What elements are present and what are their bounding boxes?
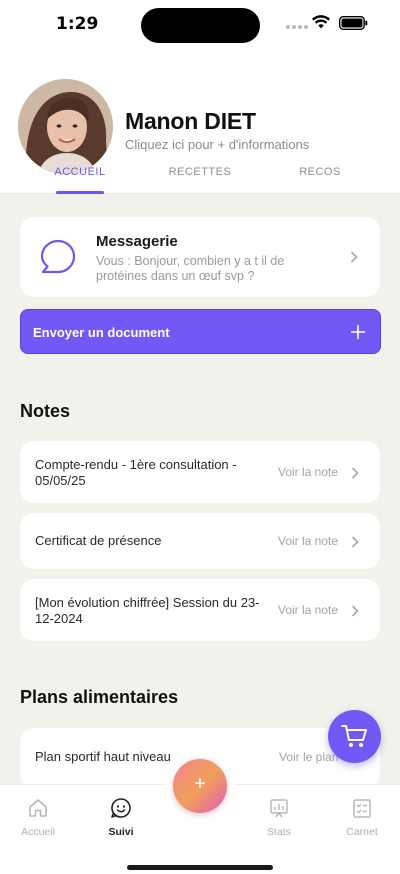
add-entry-button[interactable]: + [173, 759, 227, 813]
view-note-link[interactable]: Voir la note [278, 465, 338, 479]
nav-label: Suivi [108, 826, 134, 838]
notes-section-title: Notes [20, 401, 71, 421]
meal-plan-title: Plan sportif haut niveau [35, 749, 171, 764]
note-title: Compte-rendu - 1ère consultation - 05/05… [35, 457, 237, 488]
home-icon [29, 799, 47, 817]
plus-icon [351, 325, 365, 339]
note-item[interactable]: Certificat de présence Voir la note [20, 513, 380, 569]
tab-recettes[interactable]: RECETTES [155, 166, 245, 178]
view-note-link[interactable]: Voir la note [278, 603, 338, 617]
battery-icon [339, 16, 368, 30]
last-message-preview: Vous : Bonjour, combien y a t il de prot… [96, 254, 285, 283]
screen: 1:29 Manon DIET Cliquez ici pour + d'inf… [0, 0, 400, 874]
nav-label: Accueil [21, 826, 55, 838]
user-name: Manon DIET [125, 108, 256, 134]
note-item[interactable]: Compte-rendu - 1ère consultation - 05/05… [20, 441, 380, 503]
cart-icon [341, 725, 367, 747]
messaging-card[interactable]: Messagerie Vous : Bonjour, combien y a t… [20, 217, 380, 297]
tab-recos[interactable]: RECOS [275, 166, 365, 178]
nav-carnet[interactable]: Carnet [327, 797, 397, 838]
active-tab-indicator [56, 191, 104, 194]
nav-suivi[interactable]: Suivi [86, 797, 156, 838]
nav-stats[interactable]: Stats [244, 797, 314, 838]
profile-info-link[interactable]: Cliquez ici pour + d'informations [125, 137, 309, 152]
nav-label: Stats [267, 826, 291, 838]
note-item[interactable]: [Mon évolution chiffrée] Session du 23-1… [20, 579, 380, 641]
dynamic-island [141, 8, 260, 43]
chevron-right-icon [351, 605, 359, 617]
note-title: [Mon évolution chiffrée] Session du 23-1… [35, 595, 260, 626]
nav-accueil[interactable]: Accueil [3, 797, 73, 838]
messaging-title: Messagerie [96, 233, 178, 250]
tab-bar: ACCUEIL RECETTES RECOS [0, 160, 400, 194]
chevron-right-icon [351, 536, 359, 548]
cart-button[interactable] [328, 710, 381, 763]
add-icon: + [194, 773, 206, 795]
send-document-button[interactable]: Envoyer un document [20, 309, 381, 354]
profile-header[interactable]: Manon DIET Cliquez ici pour + d'informat… [0, 52, 400, 194]
nav-label: Carnet [346, 826, 378, 838]
tab-accueil[interactable]: ACCUEIL [35, 166, 125, 178]
signal-icon [286, 25, 308, 29]
note-title: Certificat de présence [35, 533, 162, 548]
stats-icon [270, 799, 288, 818]
chat-bubble-icon [40, 239, 76, 274]
chevron-right-icon [350, 251, 358, 263]
send-document-label: Envoyer un document [33, 325, 170, 340]
chevron-right-icon [351, 467, 359, 479]
meal-plans-section-title: Plans alimentaires [20, 687, 179, 707]
status-time: 1:29 [56, 14, 99, 34]
home-indicator [127, 865, 273, 870]
status-bar: 1:29 [0, 0, 400, 52]
smiley-icon [111, 798, 131, 818]
carnet-icon [353, 799, 371, 818]
view-plan-link[interactable]: Voir le plan [279, 750, 338, 764]
wifi-icon [312, 15, 330, 29]
view-note-link[interactable]: Voir la note [278, 534, 338, 548]
